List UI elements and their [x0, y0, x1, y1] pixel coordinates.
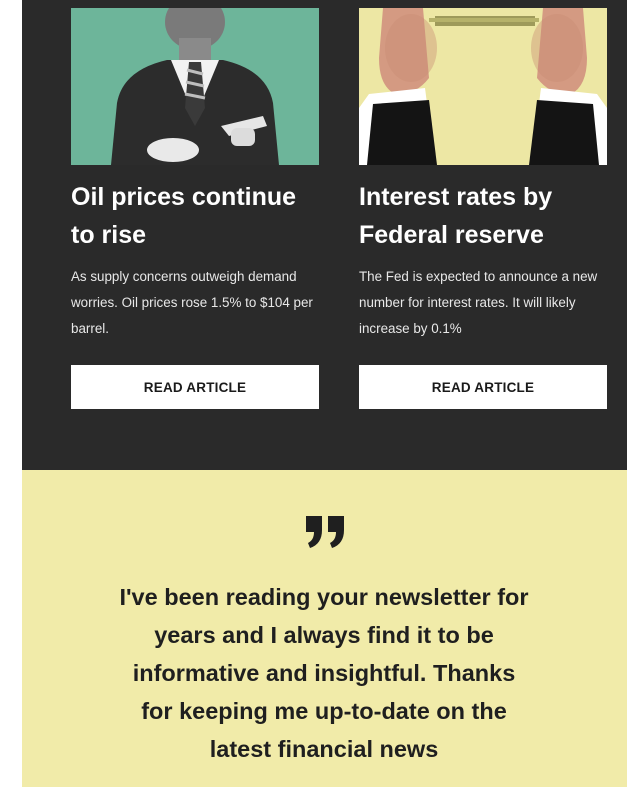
article-title: Oil prices continue to rise: [71, 183, 297, 249]
testimonial-section: I've been reading your newsletter for ye…: [22, 470, 627, 787]
hands-holding-bar-image: [359, 8, 607, 165]
testimonial-text: I've been reading your newsletter for ye…: [119, 584, 529, 762]
article-title: Interest rates by Federal reserve: [359, 183, 553, 249]
article-card-oil-prices: Oil prices continue to rise As supply co…: [71, 0, 319, 409]
articles-section: Oil prices continue to rise As supply co…: [22, 0, 627, 470]
read-article-button[interactable]: READ ARTICLE: [71, 365, 319, 409]
quote-mark-icon: [22, 514, 627, 555]
article-summary: The Fed is expected to announce a new nu…: [359, 269, 598, 336]
article-summary: As supply concerns outweigh demand worri…: [71, 269, 313, 336]
newsletter-email: Oil prices continue to rise As supply co…: [22, 0, 627, 787]
article-card-interest-rates: Interest rates by Federal reserve The Fe…: [359, 0, 607, 409]
read-article-button[interactable]: READ ARTICLE: [359, 365, 607, 409]
businessman-pointing-image: [71, 8, 319, 165]
